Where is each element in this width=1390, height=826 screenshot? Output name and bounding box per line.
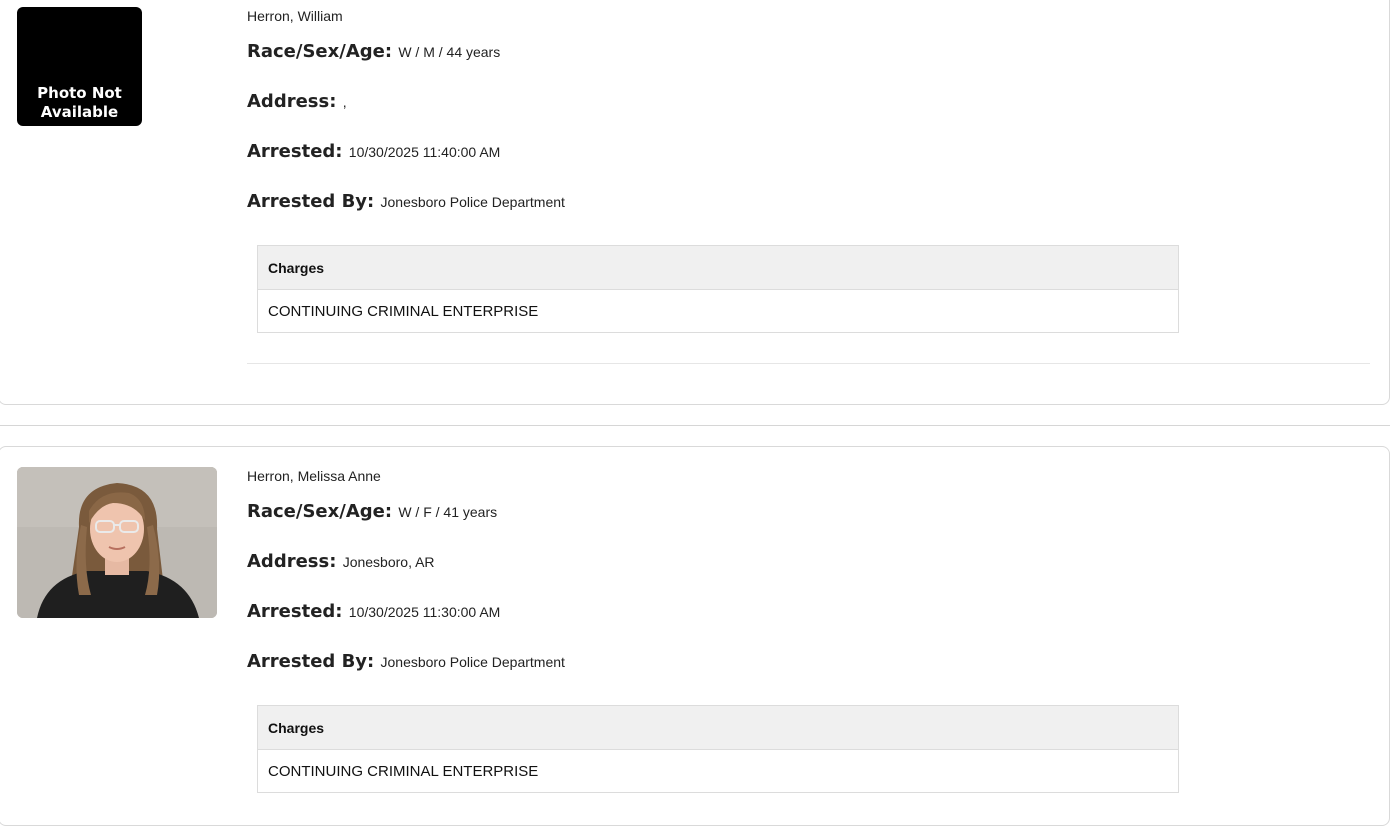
arrested-label: Arrested:: [247, 141, 349, 162]
photo-placeholder-line: Photo Not: [37, 84, 122, 102]
arrested-row: Arrested: 10/30/2025 11:40:00 AM: [247, 141, 500, 162]
charges-table: Charges CONTINUING CRIMINAL ENTERPRISE: [257, 705, 1179, 793]
address-value: Jonesboro, AR: [342, 554, 435, 570]
race-sex-age-label: Race/Sex/Age:: [247, 501, 399, 522]
mugshot-photo[interactable]: [17, 467, 217, 618]
race-sex-age-row: Race/Sex/Age: W / M / 44 years: [247, 41, 500, 62]
race-sex-age-label: Race/Sex/Age:: [247, 41, 399, 62]
race-sex-age-value: W / F / 41 years: [398, 504, 498, 520]
arrested-value: 10/30/2025 11:30:00 AM: [348, 604, 501, 620]
address-row: Address: Jonesboro, AR: [247, 551, 435, 572]
charge-row: CONTINUING CRIMINAL ENTERPRISE: [258, 290, 1178, 332]
arrested-by-value: Jonesboro Police Department: [380, 654, 565, 670]
charges-header: Charges: [258, 246, 1178, 290]
arrested-label: Arrested:: [247, 601, 349, 622]
arrested-by-value: Jonesboro Police Department: [380, 194, 565, 210]
arrested-by-row: Arrested By: Jonesboro Police Department: [247, 191, 565, 212]
arrested-by-label: Arrested By:: [247, 651, 381, 672]
arrest-record-card: [0, 0, 1390, 405]
mugshot-image: [17, 467, 217, 618]
record-divider: [247, 363, 1370, 364]
photo-not-available-placeholder: Photo Not Available: [17, 7, 142, 126]
address-label: Address:: [247, 91, 343, 112]
charges-header: Charges: [258, 706, 1178, 750]
race-sex-age-row: Race/Sex/Age: W / F / 41 years: [247, 501, 497, 522]
record-separator-rule: [0, 425, 1390, 426]
charge-row: CONTINUING CRIMINAL ENTERPRISE: [258, 750, 1178, 792]
address-label: Address:: [247, 551, 343, 572]
race-sex-age-value: W / M / 44 years: [398, 44, 501, 60]
arrested-by-label: Arrested By:: [247, 191, 381, 212]
arrested-by-row: Arrested By: Jonesboro Police Department: [247, 651, 565, 672]
arrested-value: 10/30/2025 11:40:00 AM: [348, 144, 501, 160]
inmate-name[interactable]: Herron, Melissa Anne: [247, 468, 381, 484]
charges-table: Charges CONTINUING CRIMINAL ENTERPRISE: [257, 245, 1179, 333]
photo-placeholder-line: Available: [40, 103, 119, 121]
arrested-row: Arrested: 10/30/2025 11:30:00 AM: [247, 601, 500, 622]
inmate-name[interactable]: Herron, William: [247, 8, 343, 24]
address-value: ,: [342, 94, 347, 110]
address-row: Address: ,: [247, 91, 347, 112]
